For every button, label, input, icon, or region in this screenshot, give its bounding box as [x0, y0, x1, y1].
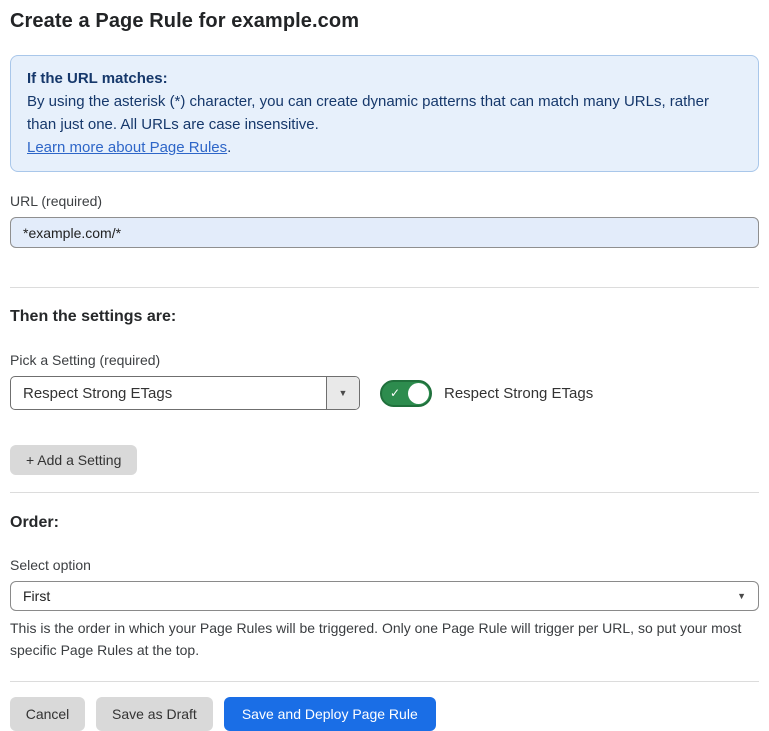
- etags-toggle-label: Respect Strong ETags: [444, 385, 593, 402]
- divider: [10, 287, 759, 288]
- chevron-down-icon: ▼: [737, 591, 746, 601]
- save-as-draft-button[interactable]: Save as Draft: [96, 697, 213, 731]
- save-and-deploy-button[interactable]: Save and Deploy Page Rule: [224, 697, 436, 731]
- setting-dropdown[interactable]: Respect Strong ETags ▼: [10, 376, 360, 410]
- info-box-heading: If the URL matches:: [27, 67, 742, 90]
- link-period: .: [227, 139, 231, 156]
- divider: [10, 681, 759, 682]
- setting-row: Respect Strong ETags ▼ ✓ Respect Strong …: [10, 376, 759, 410]
- url-field-label: URL (required): [10, 193, 759, 209]
- divider: [10, 492, 759, 493]
- url-match-info-box: If the URL matches: By using the asteris…: [10, 55, 759, 172]
- footer-actions: Cancel Save as Draft Save and Deploy Pag…: [10, 697, 759, 731]
- order-select[interactable]: First ▼: [10, 581, 759, 611]
- info-box-link-line: Learn more about Page Rules.: [27, 136, 742, 159]
- pick-setting-label: Pick a Setting (required): [10, 352, 759, 368]
- order-help-text: This is the order in which your Page Rul…: [10, 617, 759, 661]
- learn-more-link[interactable]: Learn more about Page Rules: [27, 139, 227, 156]
- chevron-down-icon: ▼: [339, 388, 348, 398]
- setting-dropdown-value: Respect Strong ETags: [11, 377, 326, 409]
- order-select-label: Select option: [10, 557, 759, 573]
- etags-toggle-group: ✓ Respect Strong ETags: [380, 380, 593, 407]
- add-setting-button[interactable]: + Add a Setting: [10, 445, 137, 475]
- info-box-body: By using the asterisk (*) character, you…: [27, 90, 742, 136]
- settings-section-heading: Then the settings are:: [10, 308, 759, 326]
- order-section-heading: Order:: [10, 514, 759, 532]
- toggle-knob: [408, 383, 429, 404]
- setting-dropdown-arrow-button[interactable]: ▼: [326, 377, 359, 409]
- url-input[interactable]: [10, 217, 759, 248]
- page-title: Create a Page Rule for example.com: [10, 10, 759, 33]
- check-icon: ✓: [390, 387, 400, 399]
- cancel-button[interactable]: Cancel: [10, 697, 85, 731]
- order-select-value: First: [23, 588, 50, 604]
- etags-toggle[interactable]: ✓: [380, 380, 432, 407]
